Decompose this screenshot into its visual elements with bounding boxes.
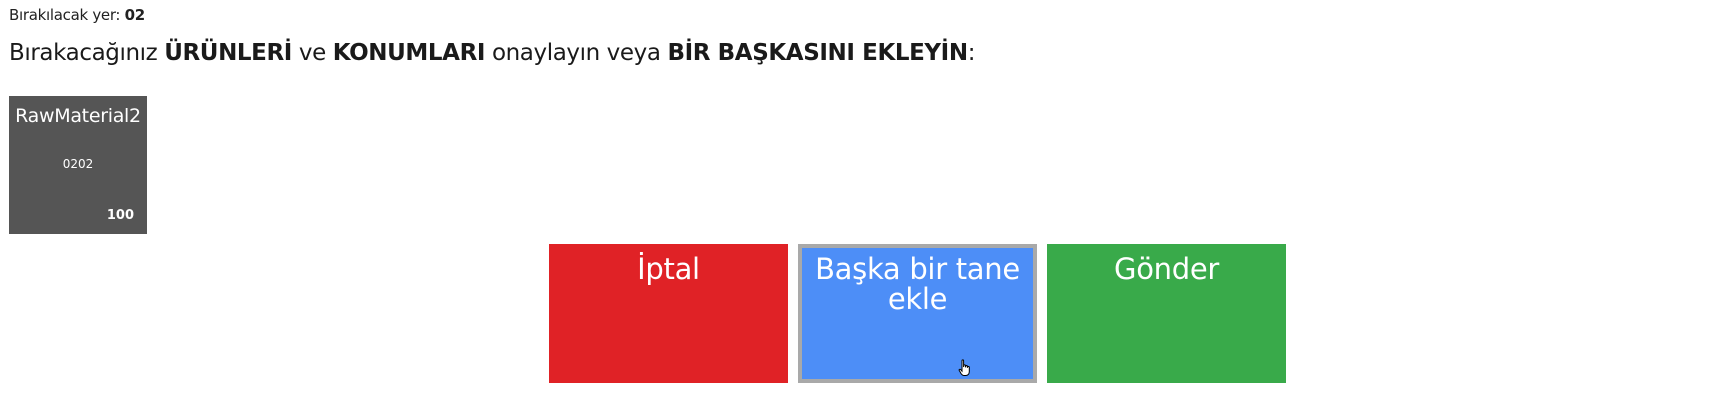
cancel-button[interactable]: İptal: [549, 244, 788, 383]
product-tile[interactable]: RawMaterial2 0202 100: [9, 96, 147, 234]
product-name: RawMaterial2: [15, 105, 141, 127]
product-quantity: 100: [106, 208, 134, 223]
instruction-add-another-emphasis: BİR BAŞKASINI EKLEYİN: [667, 40, 968, 66]
instruction-part: ve: [291, 40, 333, 66]
hand-pointer-icon: [958, 359, 970, 376]
instruction-part: onaylayın veya: [485, 40, 668, 66]
drop-location-line: Bırakılacak yer: 02: [9, 6, 145, 24]
drop-location-label: Bırakılacak yer:: [9, 6, 125, 24]
add-another-button[interactable]: Başka bir tane ekle: [798, 244, 1037, 383]
product-code: 0202: [62, 157, 94, 171]
instruction-text: Bırakacağınız ÜRÜNLERİ ve KONUMLARI onay…: [9, 40, 975, 66]
instruction-part: :: [967, 40, 976, 66]
drop-location-value: 02: [124, 6, 146, 24]
instruction-products-emphasis: ÜRÜNLERİ: [164, 40, 292, 66]
send-button[interactable]: Gönder: [1047, 244, 1286, 383]
instruction-locations-emphasis: KONUMLARI: [332, 40, 486, 66]
instruction-part: Bırakacağınız: [9, 40, 165, 66]
